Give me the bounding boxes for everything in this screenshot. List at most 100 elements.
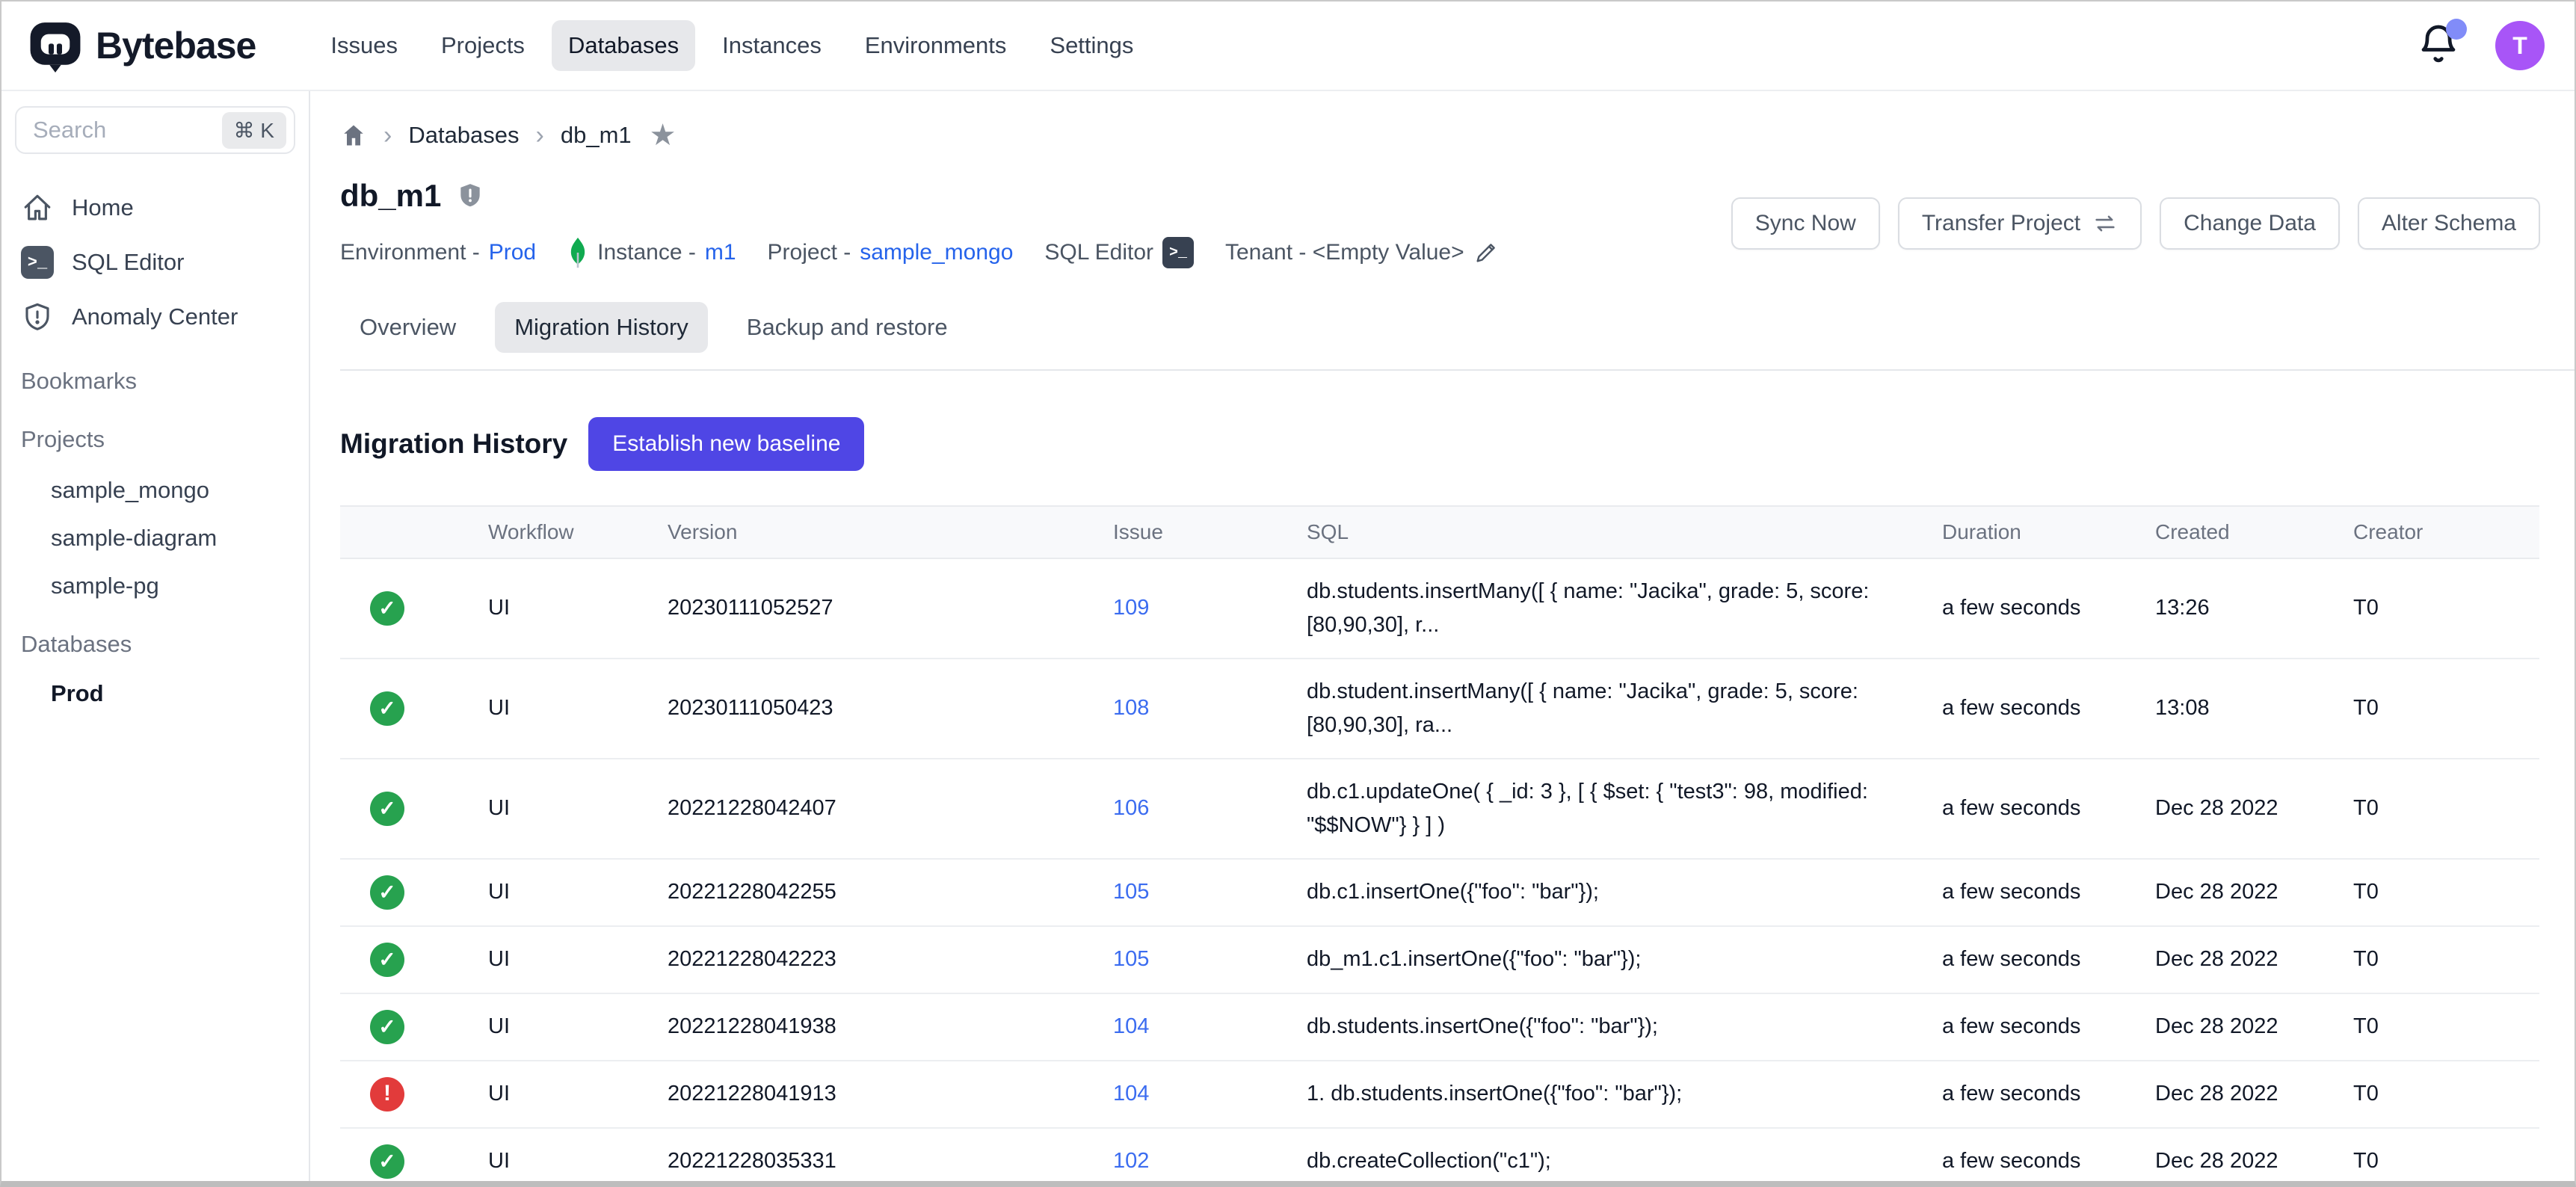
- top-navbar: Bytebase Issues Projects Databases Insta…: [1, 1, 2575, 91]
- topbar-right: T: [2416, 21, 2545, 70]
- nav-projects[interactable]: Projects: [425, 20, 541, 71]
- tab-backup-and-restore[interactable]: Backup and restore: [727, 302, 967, 353]
- col-workflow: Workflow: [452, 506, 632, 558]
- avatar[interactable]: T: [2495, 21, 2545, 70]
- table-row[interactable]: UI 20230111052527 109 db.students.insert…: [340, 558, 2539, 659]
- shield-alert-icon: [21, 301, 54, 333]
- issue-link[interactable]: 104: [1113, 1014, 1149, 1038]
- col-sql: SQL: [1271, 506, 1906, 558]
- sidebar-section-bookmarks: Bookmarks: [1, 368, 309, 395]
- issue-link[interactable]: 106: [1113, 796, 1149, 820]
- change-data-button[interactable]: Change Data: [2160, 197, 2340, 250]
- breadcrumb-chevron-icon: ›: [383, 121, 392, 150]
- sidebar-item-label: Anomaly Center: [72, 303, 238, 330]
- notification-bell-button[interactable]: [2416, 23, 2461, 68]
- table-row[interactable]: UI 20221228035331 102 db.createCollectio…: [340, 1128, 2539, 1181]
- favorite-star-icon[interactable]: ★: [650, 118, 677, 152]
- edit-pencil-icon[interactable]: [1473, 240, 1499, 265]
- table-row[interactable]: UI 20221228041913 104 1. db.students.ins…: [340, 1061, 2539, 1128]
- bytebase-logo-icon: [28, 19, 82, 73]
- success-icon: [370, 792, 404, 826]
- meta-sql-editor[interactable]: SQL Editor >_: [1044, 237, 1194, 268]
- breadcrumb-item-databases[interactable]: Databases: [408, 122, 519, 149]
- tabs-bar: Overview Migration History Backup and re…: [340, 302, 2575, 371]
- table-row[interactable]: UI 20221228042223 105 db_m1.c1.insertOne…: [340, 926, 2539, 993]
- table-row[interactable]: UI 20221228042407 106 db.c1.updateOne( {…: [340, 759, 2539, 859]
- sidebar-item-sql-editor[interactable]: >_ SQL Editor: [1, 235, 309, 290]
- sql-cell: 1. db.students.insertOne({"foo": "bar"})…: [1271, 1061, 1906, 1128]
- issue-link[interactable]: 104: [1113, 1082, 1149, 1106]
- breadcrumb: › Databases › db_m1 ★: [340, 118, 2540, 152]
- issue-link[interactable]: 108: [1113, 696, 1149, 720]
- instance-link[interactable]: m1: [705, 240, 736, 265]
- search-shortcut-badge: ⌘ K: [222, 112, 286, 149]
- sidebar-project-sample-pg[interactable]: sample-pg: [1, 562, 309, 610]
- sidebar-section-databases: Databases: [1, 631, 309, 658]
- issue-link[interactable]: 109: [1113, 596, 1149, 620]
- sql-cell: db.students.insertMany([ { name: "Jacika…: [1271, 558, 1906, 659]
- sql-cell: db.createCollection("c1");: [1271, 1128, 1906, 1181]
- tab-migration-history[interactable]: Migration History: [495, 302, 708, 353]
- environment-link[interactable]: Prod: [489, 240, 536, 265]
- sidebar-project-sample-diagram[interactable]: sample-diagram: [1, 514, 309, 562]
- sql-cell: db.c1.updateOne( { _id: 3 }, [ { $set: {…: [1271, 759, 1906, 859]
- avatar-initial: T: [2512, 32, 2527, 60]
- table-row[interactable]: UI 20221228042255 105 db.c1.insertOne({"…: [340, 859, 2539, 926]
- nav-issues[interactable]: Issues: [314, 20, 414, 71]
- table-header-row: Workflow Version Issue SQL Duration Crea…: [340, 506, 2539, 558]
- main-content: › Databases › db_m1 ★ db_m1: [310, 91, 2575, 1181]
- success-icon: [370, 691, 404, 726]
- terminal-icon: >_: [1162, 237, 1194, 268]
- nav-instances[interactable]: Instances: [706, 20, 838, 71]
- sidebar-database-prod[interactable]: Prod: [1, 670, 309, 718]
- col-version: Version: [632, 506, 1077, 558]
- issue-link[interactable]: 102: [1113, 1149, 1149, 1173]
- sidebar-item-anomaly-center[interactable]: Anomaly Center: [1, 290, 309, 344]
- sidebar-project-sample_mongo[interactable]: sample_mongo: [1, 466, 309, 514]
- table-row[interactable]: UI 20221228041938 104 db.students.insert…: [340, 993, 2539, 1061]
- table-row[interactable]: UI 20230111050423 108 db.student.insertM…: [340, 659, 2539, 759]
- success-icon: [370, 1144, 404, 1179]
- notification-dot: [2446, 19, 2467, 40]
- sidebar-item-label: Home: [72, 194, 134, 221]
- search-input[interactable]: [33, 117, 222, 144]
- issue-link[interactable]: 105: [1113, 880, 1149, 904]
- success-icon: [370, 875, 404, 910]
- col-created: Created: [2119, 506, 2317, 558]
- search-box[interactable]: ⌘ K: [15, 106, 295, 154]
- nav-environments[interactable]: Environments: [848, 20, 1023, 71]
- establish-baseline-button[interactable]: Establish new baseline: [588, 417, 864, 471]
- breadcrumb-item-db_m1[interactable]: db_m1: [561, 122, 632, 149]
- nav-settings[interactable]: Settings: [1033, 20, 1150, 71]
- success-icon: [370, 1010, 404, 1044]
- meta-project: Project - sample_mongo: [768, 240, 1014, 265]
- page-actions: Sync Now Transfer Project Change Data Al…: [1731, 197, 2540, 250]
- transfer-arrows-icon: [2092, 211, 2118, 236]
- alter-schema-button[interactable]: Alter Schema: [2358, 197, 2540, 250]
- page-head-left: db_m1 Environment - Prod: [340, 178, 1499, 269]
- col-duration: Duration: [1906, 506, 2119, 558]
- sql-cell: db.students.insertOne({"foo": "bar"});: [1271, 993, 1906, 1061]
- project-link[interactable]: sample_mongo: [860, 240, 1013, 265]
- col-issue: Issue: [1077, 506, 1271, 558]
- mongodb-leaf-icon: [567, 236, 588, 269]
- success-icon: [370, 591, 404, 626]
- meta-instance: Instance - m1: [567, 236, 736, 269]
- database-meta-row: Environment - Prod Instance - m1: [340, 236, 1499, 269]
- meta-tenant: Tenant - <Empty Value>: [1225, 240, 1499, 265]
- sql-cell: db_m1.c1.insertOne({"foo": "bar"});: [1271, 926, 1906, 993]
- nav-databases[interactable]: Databases: [552, 20, 695, 71]
- tab-overview[interactable]: Overview: [340, 302, 475, 353]
- home-icon: [21, 192, 54, 223]
- col-creator: Creator: [2317, 506, 2539, 558]
- brand[interactable]: Bytebase: [28, 19, 256, 73]
- migration-history-heading: Migration History: [340, 428, 567, 460]
- transfer-project-button[interactable]: Transfer Project: [1898, 197, 2142, 250]
- sql-cell: db.c1.insertOne({"foo": "bar"});: [1271, 859, 1906, 926]
- sync-now-button[interactable]: Sync Now: [1731, 197, 1880, 250]
- sidebar-item-home[interactable]: Home: [1, 181, 309, 235]
- sidebar-section-projects: Projects: [1, 426, 309, 453]
- breadcrumb-home-icon[interactable]: [340, 122, 367, 149]
- sidebar-item-label: SQL Editor: [72, 249, 184, 276]
- issue-link[interactable]: 105: [1113, 947, 1149, 971]
